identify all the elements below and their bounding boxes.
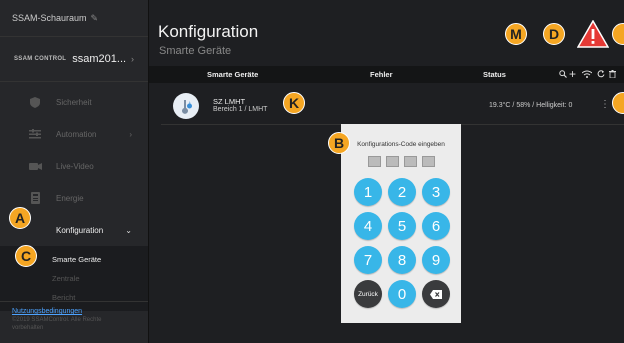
key-5[interactable]: 5 [388, 212, 416, 240]
code-slot [403, 156, 417, 167]
badge-k: K [283, 92, 305, 114]
column-header-devices: Smarte Geräte [207, 70, 259, 79]
keypad-grid: 1 2 3 4 5 6 7 8 9 Zurück 0 [354, 178, 450, 308]
add-icon[interactable]: + [569, 67, 576, 81]
copyright-line: ©2019 SSAMControl. Alle Rechte [12, 317, 102, 323]
sidebar-footer: Nutzungsbedingungen ©2019 SSAMControl. A… [0, 301, 148, 343]
column-header-errors: Fehler [370, 70, 393, 79]
badge-a: A [9, 207, 31, 229]
device-row[interactable]: SZ LMHT Bereich 1 / LMHT 19.3°C / 58% / … [161, 88, 624, 125]
device-status: 19.3°C / 58% / Helligkeit: 0 [489, 102, 573, 109]
trash-icon[interactable] [609, 70, 616, 80]
page-title: Konfiguration [158, 22, 259, 41]
key-1[interactable]: 1 [354, 178, 382, 206]
badge-b: B [328, 132, 350, 154]
badge-d: D [543, 23, 565, 45]
sidebar-item-automation[interactable]: Automation › [0, 118, 148, 150]
sidebar: SSAM-Schauraum ✎ SSAM CONTROL ssam201...… [0, 0, 149, 343]
wifi-icon[interactable] [581, 70, 593, 80]
sliders-icon [28, 128, 42, 140]
device-area: Bereich 1 / LMHT [213, 106, 268, 113]
dialog-title: Konfigurations-Code eingeben [357, 141, 445, 148]
chevron-down-icon: ⌄ [125, 225, 132, 235]
key-6[interactable]: 6 [422, 212, 450, 240]
terms-link[interactable]: Nutzungsbedingungen [12, 308, 148, 316]
sidebar-item-label: Automation [56, 129, 97, 139]
account-name: ssam201... [72, 53, 127, 65]
chevron-right-icon: › [131, 54, 134, 64]
sidebar-item-label: Sicherheit [56, 97, 92, 107]
sidebar-item-label: Live-Video [56, 161, 94, 171]
key-2[interactable]: 2 [388, 178, 416, 206]
sidebar-item-security[interactable]: Sicherheit [0, 86, 148, 118]
refresh-icon[interactable] [597, 70, 605, 80]
page-subtitle: Smarte Geräte [159, 45, 232, 57]
badge-m: M [505, 23, 527, 45]
more-options-icon[interactable]: ⋮ [600, 99, 610, 110]
search-icon[interactable] [559, 70, 567, 80]
sidebar-item-label: Konfiguration [56, 225, 104, 235]
delete-button[interactable] [422, 280, 450, 308]
key-9[interactable]: 9 [422, 246, 450, 274]
shield-icon [28, 96, 42, 108]
key-0[interactable]: 0 [388, 280, 416, 308]
column-header-status: Status [483, 70, 506, 79]
code-slot [421, 156, 435, 167]
sidebar-item-label: Energie [56, 193, 84, 203]
table-header: Smarte Geräte Fehler Status [149, 66, 624, 83]
code-slots [341, 156, 461, 167]
key-8[interactable]: 8 [388, 246, 416, 274]
back-button[interactable]: Zurück [354, 280, 382, 308]
copyright-line-2: vorbehalten [12, 325, 44, 331]
code-slot [385, 156, 399, 167]
submenu-item-hub[interactable]: Zentrale [0, 269, 148, 288]
account-selector[interactable]: SSAM CONTROL ssam201... › [0, 37, 148, 82]
sensor-icon [173, 93, 199, 119]
edit-icon[interactable]: ✎ [91, 13, 99, 24]
showroom-name: SSAM-Schauraum [12, 13, 87, 23]
key-4[interactable]: 4 [354, 212, 382, 240]
key-7[interactable]: 7 [354, 246, 382, 274]
backspace-icon [430, 289, 442, 299]
camera-icon [28, 160, 42, 172]
chevron-right-icon: › [129, 129, 132, 139]
sidebar-item-live-video[interactable]: Live-Video [0, 150, 148, 182]
key-3[interactable]: 3 [422, 178, 450, 206]
warning-icon [576, 19, 610, 53]
config-icon [28, 224, 42, 236]
brand-logo: SSAM CONTROL [14, 56, 67, 62]
meter-icon [28, 192, 42, 204]
showroom-bar[interactable]: SSAM-Schauraum ✎ [0, 0, 148, 37]
code-slot [367, 156, 381, 167]
config-code-dialog: Konfigurations-Code eingeben 1 2 3 4 5 6… [341, 124, 461, 323]
badge-c: C [15, 245, 37, 267]
device-name: SZ LMHT [213, 97, 246, 106]
